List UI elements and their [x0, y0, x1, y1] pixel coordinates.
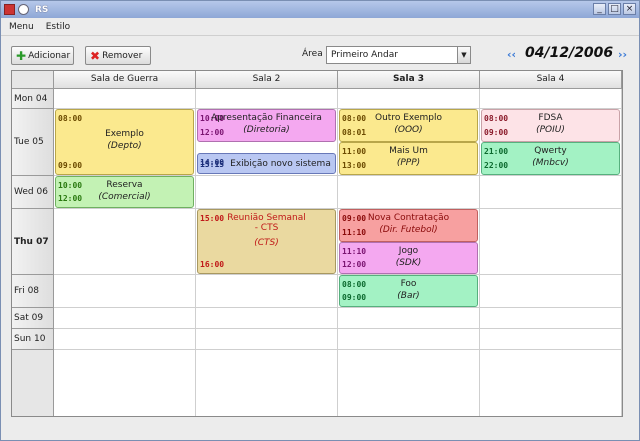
menu-item-menu[interactable]: Menu	[9, 22, 34, 32]
event-title: Reserva	[106, 180, 143, 190]
day-header: Mon 04	[12, 89, 54, 109]
remove-button[interactable]: ✖ Remover	[85, 46, 151, 65]
event-end-time: 09:00	[58, 161, 83, 170]
event-title: Apresentação Financeira	[211, 113, 322, 123]
event-block[interactable]: 10:00 12:00 Apresentação Financeira (Direto…	[197, 109, 336, 142]
event-block[interactable]: 14:00 15:15 Exibição novo sistema	[197, 153, 336, 174]
schedule-grid[interactable]: Sala de Guerra Sala 2 Sala 3 Sala 4 Mon 04 Tu…	[11, 70, 623, 417]
room-header[interactable]: Sala 2	[196, 71, 338, 89]
day-header: Fri 08	[12, 275, 54, 308]
event-owner: (Depto)	[107, 141, 142, 151]
column-divider	[621, 89, 622, 416]
delete-icon: ✖	[90, 48, 101, 63]
event-title: Nova Contratação	[367, 213, 450, 223]
event-title: Mais Um	[389, 146, 428, 156]
event-owner: (Mnbcv)	[532, 158, 569, 168]
room-header[interactable]: Sala 4	[480, 71, 622, 89]
row-divider	[54, 208, 622, 209]
previous-week-icon[interactable]: ‹‹	[507, 48, 516, 61]
event-owner: (Bar)	[397, 291, 420, 301]
event-title: Qwerty	[534, 146, 567, 156]
maximize-button[interactable]: □	[608, 3, 621, 15]
event-title: Exemplo	[105, 129, 144, 139]
app-icon	[4, 4, 15, 15]
event-title: FDSA	[538, 113, 563, 123]
event-block[interactable]: 10:00 12:00 Reserva (Comercial)	[55, 176, 194, 208]
row-divider	[54, 328, 622, 329]
day-header: Tue 05	[12, 109, 54, 176]
plus-icon: ✚	[16, 48, 27, 63]
menu-bar: Menu Estilo	[1, 19, 639, 36]
event-title: Foo	[400, 279, 417, 289]
event-block[interactable]: 09:00 11:10 Nova Contratação (Dir. Futebol)	[339, 209, 478, 242]
title-bar[interactable]: RS _ □ ×	[1, 1, 639, 18]
area-select-value: Primeiro Andar	[331, 50, 398, 60]
row-divider	[54, 307, 622, 308]
day-header-filler	[12, 350, 54, 416]
minimize-button[interactable]: _	[593, 3, 606, 15]
event-title: Exibição novo sistema	[230, 159, 331, 169]
window-title: RS	[35, 4, 49, 15]
area-label: Área	[302, 49, 323, 59]
event-owner: (Dir. Futebol)	[379, 225, 438, 235]
room-header[interactable]: Sala 3	[338, 71, 480, 89]
column-divider	[337, 89, 338, 416]
current-date: 04/12/2006	[525, 45, 614, 61]
event-owner: (OOO)	[394, 125, 423, 135]
status-bar	[1, 421, 639, 440]
column-divider	[195, 89, 196, 416]
event-block[interactable]: 08:00 09:00 Foo (Bar)	[339, 275, 478, 307]
event-block[interactable]: 11:10 12:00 Jogo (SDK)	[339, 242, 478, 274]
event-owner: (Diretoria)	[243, 125, 290, 135]
remove-button-label: Remover	[102, 50, 143, 61]
grid-corner	[12, 71, 54, 89]
area-select[interactable]: Primeiro Andar ▼	[326, 46, 471, 64]
window-menu-icon[interactable]	[18, 4, 29, 15]
column-divider	[479, 89, 480, 416]
event-block[interactable]: 15:00 16:00 Reunião Semanal - CTS (CTS)	[197, 209, 336, 274]
day-header: Sat 09	[12, 308, 54, 329]
close-button[interactable]: ×	[623, 3, 636, 15]
event-block[interactable]: 08:00 09:00 FDSA (POIU)	[481, 109, 620, 142]
event-end-time: 16:00	[200, 260, 225, 269]
event-title: Outro Exemplo	[375, 113, 442, 123]
toolbar: ✚ Adicionar ✖ Remover Área Primeiro Anda…	[1, 37, 639, 69]
chevron-down-icon[interactable]: ▼	[457, 47, 470, 63]
day-header: Sun 10	[12, 329, 54, 350]
app-window: RS _ □ × Menu Estilo ✚ Adicionar ✖ Remov…	[0, 0, 640, 441]
event-title: Reunião Semanal - CTS	[227, 213, 306, 233]
event-owner: (SDK)	[395, 258, 422, 268]
event-owner: (POIU)	[536, 125, 565, 135]
event-block[interactable]: 21:00 22:00 Qwerty (Mnbcv)	[481, 142, 620, 175]
event-owner: (CTS)	[254, 238, 279, 248]
event-title: Jogo	[398, 246, 419, 256]
event-block[interactable]: 08:00 09:00 Exemplo (Depto)	[55, 109, 194, 175]
add-button-label: Adicionar	[28, 50, 71, 61]
event-owner: (Comercial)	[98, 192, 151, 202]
row-divider	[54, 274, 622, 275]
event-start-time: 08:00	[58, 114, 83, 123]
event-block[interactable]: 08:00 08:01 Outro Exemplo (OOO)	[339, 109, 478, 142]
day-header: Wed 06	[12, 176, 54, 209]
menu-item-estilo[interactable]: Estilo	[46, 22, 70, 32]
day-header: Thu 07	[12, 209, 54, 275]
next-week-icon[interactable]: ››	[618, 48, 627, 61]
event-block[interactable]: 11:00 13:00 Mais Um (PPP)	[339, 142, 478, 175]
room-header[interactable]: Sala de Guerra	[54, 71, 196, 89]
row-divider	[54, 349, 622, 350]
add-button[interactable]: ✚ Adicionar	[11, 46, 74, 65]
event-owner: (PPP)	[396, 158, 421, 168]
